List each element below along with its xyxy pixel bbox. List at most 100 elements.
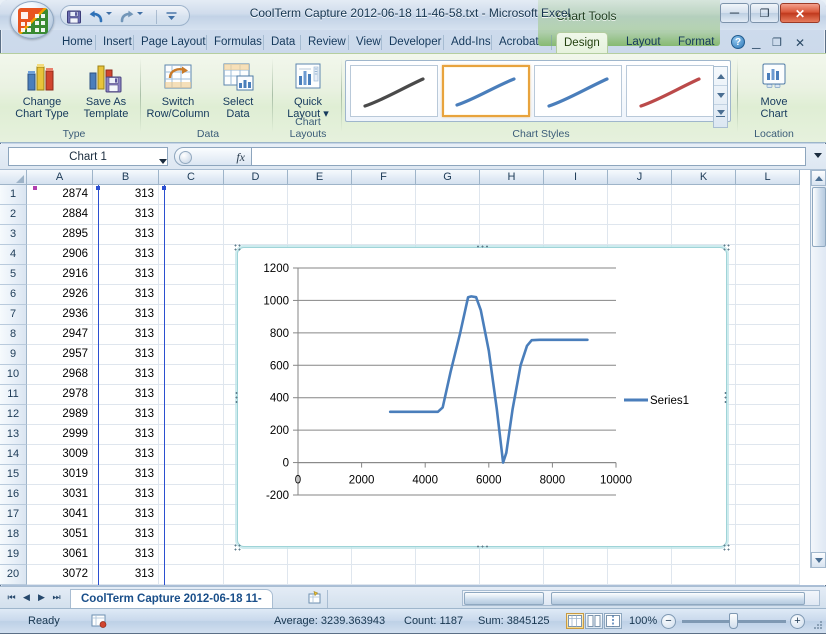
row-header-2[interactable]: 2 — [0, 205, 27, 225]
tab-format[interactable]: Format — [671, 33, 721, 53]
zoom-in-button[interactable]: + — [790, 614, 805, 629]
cell-C11[interactable] — [159, 385, 224, 405]
scroll-down-button[interactable] — [811, 552, 826, 568]
cell-A5[interactable]: 2916 — [27, 265, 93, 285]
cell-B11[interactable]: 313 — [93, 385, 159, 405]
cell-L9[interactable] — [736, 345, 800, 365]
row-header-6[interactable]: 6 — [0, 285, 27, 305]
cell-C13[interactable] — [159, 425, 224, 445]
row-header-5[interactable]: 5 — [0, 265, 27, 285]
row-header-10[interactable]: 10 — [0, 365, 27, 385]
cell-J3[interactable] — [608, 225, 672, 245]
chart-style-3[interactable] — [534, 65, 622, 117]
restore-ribbon-button[interactable]: ❐ — [772, 36, 782, 49]
row-header-19[interactable]: 19 — [0, 545, 27, 565]
cell-C16[interactable] — [159, 485, 224, 505]
zoom-slider-knob[interactable] — [729, 613, 738, 629]
cell-J1[interactable] — [608, 185, 672, 205]
first-sheet-button[interactable]: ⏮ — [4, 590, 19, 606]
select-data-button[interactable]: Select Data — [206, 58, 270, 126]
help-button[interactable]: ? — [731, 35, 745, 49]
undo-icon[interactable] — [88, 9, 105, 25]
cell-L1[interactable] — [736, 185, 800, 205]
row-header-20[interactable]: 20 — [0, 565, 27, 585]
cell-L10[interactable] — [736, 365, 800, 385]
cell-B7[interactable]: 313 — [93, 305, 159, 325]
cell-A15[interactable]: 3019 — [27, 465, 93, 485]
column-header-j[interactable]: J — [608, 170, 672, 185]
cell-B18[interactable]: 313 — [93, 525, 159, 545]
cell-L12[interactable] — [736, 405, 800, 425]
restore-button[interactable]: ❐ — [750, 3, 779, 23]
save-as-template-button[interactable]: Save As Template — [74, 58, 138, 126]
cell-D1[interactable] — [224, 185, 288, 205]
cell-E19[interactable] — [288, 545, 352, 565]
chart-style-1[interactable] — [350, 65, 438, 117]
cell-E3[interactable] — [288, 225, 352, 245]
cell-C6[interactable] — [159, 285, 224, 305]
chart-styles-scrollbar[interactable] — [713, 66, 728, 128]
cell-C4[interactable] — [159, 245, 224, 265]
cell-A19[interactable]: 3061 — [27, 545, 93, 565]
chart-object[interactable]: -200 0 200 400 600 800 1000 1200 0 2000 4000 6000 80… — [237, 247, 727, 547]
cell-A8[interactable]: 2947 — [27, 325, 93, 345]
tab-data[interactable]: Data — [264, 33, 302, 53]
cell-C1[interactable] — [159, 185, 224, 205]
formula-bar-expand-icon[interactable] — [814, 153, 822, 158]
cell-C14[interactable] — [159, 445, 224, 465]
cell-L4[interactable] — [736, 245, 800, 265]
page-break-preview-button[interactable] — [604, 613, 622, 629]
redo-icon[interactable] — [118, 9, 135, 25]
horizontal-scroll-thumb[interactable] — [551, 592, 805, 605]
cell-B15[interactable]: 313 — [93, 465, 159, 485]
cell-C7[interactable] — [159, 305, 224, 325]
cell-B19[interactable]: 313 — [93, 545, 159, 565]
name-box-dropdown-icon[interactable] — [159, 159, 167, 164]
chart-handle-top-right[interactable] — [723, 244, 730, 251]
column-header-e[interactable]: E — [288, 170, 352, 185]
cell-B6[interactable]: 313 — [93, 285, 159, 305]
cell-A6[interactable]: 2926 — [27, 285, 93, 305]
cell-A2[interactable]: 2884 — [27, 205, 93, 225]
redo-dropdown-icon[interactable] — [137, 12, 154, 28]
tab-home[interactable]: Home — [55, 33, 100, 53]
column-header-b[interactable]: B — [93, 170, 159, 185]
cell-G2[interactable] — [416, 205, 480, 225]
cell-C19[interactable] — [159, 545, 224, 565]
row-header-1[interactable]: 1 — [0, 185, 27, 205]
cell-B17[interactable]: 313 — [93, 505, 159, 525]
cell-J19[interactable] — [608, 545, 672, 565]
formula-input[interactable] — [252, 147, 806, 166]
cell-A14[interactable]: 3009 — [27, 445, 93, 465]
customize-qat-icon[interactable] — [165, 10, 182, 26]
cell-L2[interactable] — [736, 205, 800, 225]
cell-C20[interactable] — [159, 565, 224, 585]
cell-A4[interactable]: 2906 — [27, 245, 93, 265]
row-header-14[interactable]: 14 — [0, 445, 27, 465]
cell-L20[interactable] — [736, 565, 800, 585]
cell-L6[interactable] — [736, 285, 800, 305]
move-chart-button[interactable]: Move Chart — [742, 58, 806, 126]
gallery-scroll-up-button[interactable] — [714, 67, 727, 86]
row-header-3[interactable]: 3 — [0, 225, 27, 245]
row-header-4[interactable]: 4 — [0, 245, 27, 265]
sheet-tab-coolterm[interactable]: CoolTerm Capture 2012-06-18 11- — [70, 589, 273, 609]
last-sheet-button[interactable]: ⏭ — [49, 590, 64, 606]
cell-C9[interactable] — [159, 345, 224, 365]
cell-J20[interactable] — [608, 565, 672, 585]
row-header-15[interactable]: 15 — [0, 465, 27, 485]
cell-I2[interactable] — [544, 205, 608, 225]
cell-F1[interactable] — [352, 185, 416, 205]
cell-F20[interactable] — [352, 565, 416, 585]
row-header-17[interactable]: 17 — [0, 505, 27, 525]
chart-handle-top-left[interactable] — [234, 244, 241, 251]
cell-C18[interactable] — [159, 525, 224, 545]
tab-design[interactable]: Design — [556, 32, 608, 54]
cell-C3[interactable] — [159, 225, 224, 245]
cell-L18[interactable] — [736, 525, 800, 545]
row-header-8[interactable]: 8 — [0, 325, 27, 345]
cell-D3[interactable] — [224, 225, 288, 245]
cell-C10[interactable] — [159, 365, 224, 385]
prev-sheet-button[interactable]: ◀ — [19, 590, 34, 606]
cell-B13[interactable]: 313 — [93, 425, 159, 445]
